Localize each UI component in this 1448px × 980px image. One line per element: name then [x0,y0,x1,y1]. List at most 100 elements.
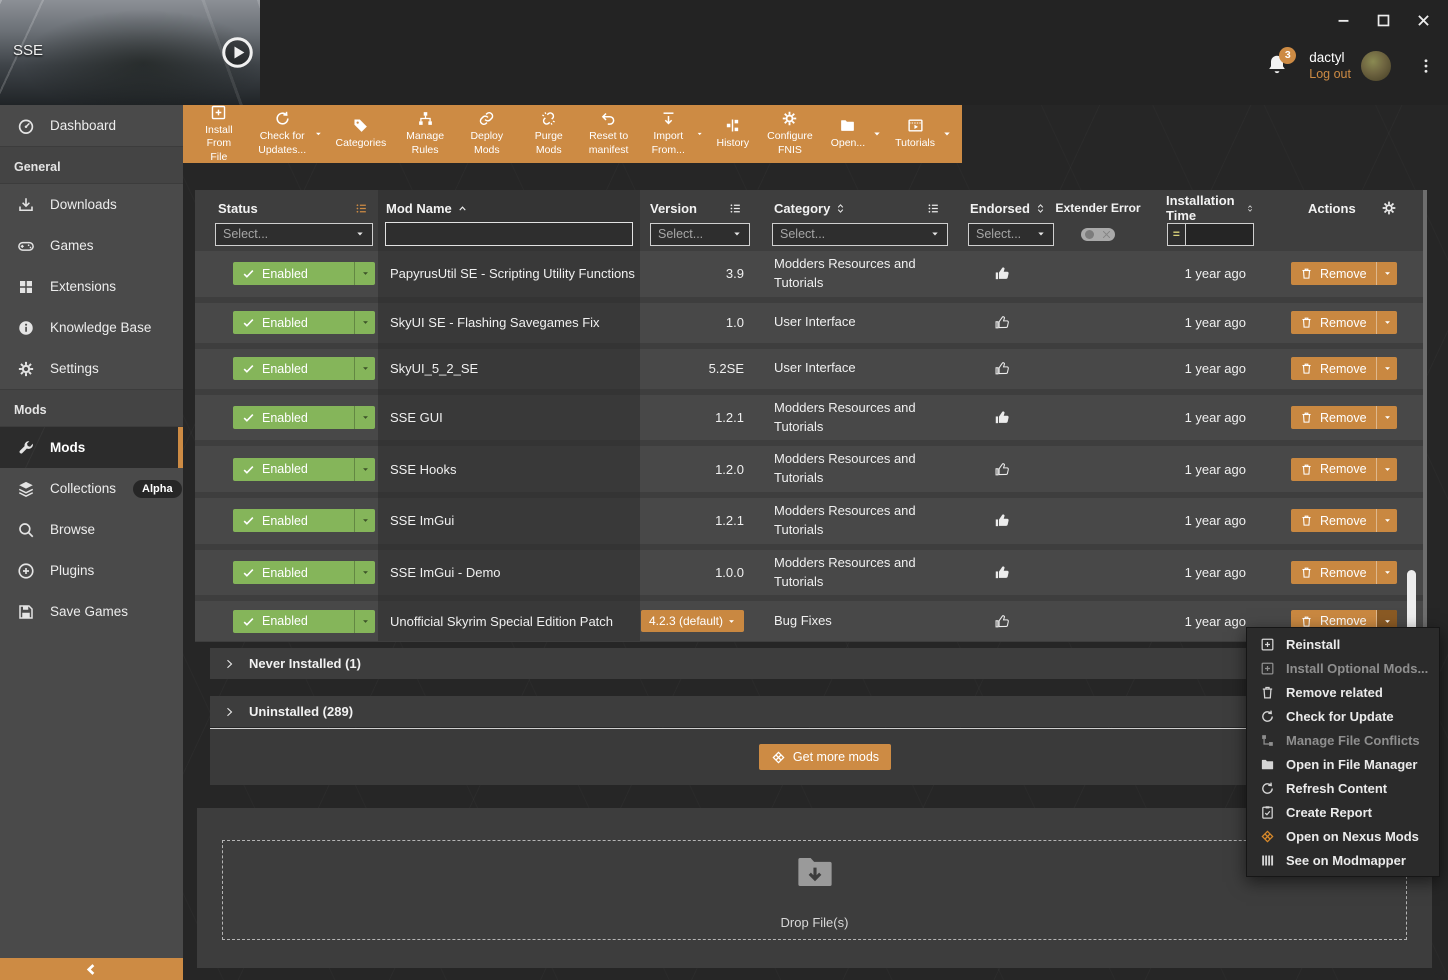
toolbar-button[interactable]: Install From File [189,105,249,163]
installation-time-filter-input[interactable] [1186,223,1254,246]
status-dropdown[interactable] [355,617,375,626]
remove-button[interactable]: Remove [1291,311,1397,334]
enabled-toggle-button[interactable]: Enabled [233,610,375,633]
column-header[interactable]: Version [640,195,752,221]
thumbs-up-outline-icon[interactable] [994,360,1011,377]
equals-operator-button[interactable]: = [1167,223,1186,246]
enabled-toggle-button[interactable]: Enabled [233,406,375,429]
column-header[interactable]: Category [752,195,950,221]
context-menu-item[interactable]: Manage File Conflicts [1247,728,1439,752]
toolbar-button[interactable]: Check for Updates... [249,105,327,163]
filter-select[interactable]: Select... [968,223,1054,246]
remove-dropdown[interactable] [1377,357,1397,380]
toolbar-button[interactable]: Manage Rules [395,105,455,163]
status-dropdown[interactable] [355,568,375,577]
caret-down-icon[interactable] [314,129,323,139]
close-icon[interactable] [1415,12,1432,29]
column-header[interactable]: Mod Name [378,195,640,221]
remove-dropdown[interactable] [1377,311,1397,334]
thumbs-up-outline-icon[interactable] [994,314,1011,331]
column-header[interactable]: Actions [1254,195,1413,221]
remove-dropdown[interactable] [1377,509,1397,532]
sidebar-item[interactable]: Save Games [0,591,183,632]
column-header[interactable]: Status [215,195,378,221]
maximize-icon[interactable] [1375,12,1392,29]
mod-name-filter-input[interactable] [385,222,633,246]
sidebar-item[interactable]: Settings [0,348,183,389]
remove-button[interactable]: Remove [1291,509,1397,532]
enabled-toggle-button[interactable]: Enabled [233,357,375,380]
table-scroll-track[interactable] [1423,190,1427,642]
notifications-button[interactable]: 3 [1265,53,1289,79]
enabled-toggle-button[interactable]: Enabled [233,561,375,584]
caret-down-icon[interactable] [872,129,882,139]
table-settings-gear-icon[interactable] [1381,200,1397,216]
scrollbar-thumb[interactable] [1407,570,1416,632]
sidebar-collapse-button[interactable] [0,958,183,980]
enabled-toggle-button[interactable]: Enabled [233,509,375,532]
thumbs-up-filled-icon[interactable] [994,409,1011,426]
toolbar-button[interactable]: History [707,105,758,163]
enabled-toggle-button[interactable]: Enabled [233,458,375,481]
remove-button[interactable]: Remove [1291,357,1397,380]
group-list-icon[interactable] [927,202,940,215]
sidebar-item[interactable]: Plugins [0,550,183,591]
status-dropdown[interactable] [355,413,375,422]
enabled-toggle-button[interactable]: Enabled [233,311,375,334]
mod-name-cell[interactable]: SkyUI_5_2_SE [378,349,640,389]
caret-down-icon[interactable] [696,129,703,139]
toolbar-button[interactable]: Configure FNIS [758,105,822,163]
column-header[interactable]: Endorsed [950,195,1054,221]
thumbs-up-filled-icon[interactable] [994,512,1011,529]
toolbar-button[interactable]: Import From... [638,105,707,163]
caret-down-icon[interactable] [942,129,952,139]
enabled-toggle-button[interactable]: Enabled [233,262,375,285]
remove-dropdown[interactable] [1377,561,1397,584]
remove-dropdown[interactable] [1377,458,1397,481]
toolbar-button[interactable]: Categories [327,105,396,163]
thumbs-up-filled-icon[interactable] [994,265,1011,282]
group-list-icon[interactable] [729,202,742,215]
toolbar-button[interactable]: Reset to manifest [579,105,639,163]
minimize-icon[interactable] [1335,12,1352,29]
avatar[interactable] [1361,51,1391,81]
status-dropdown[interactable] [355,269,375,278]
remove-dropdown[interactable] [1377,406,1397,429]
toolbar-button[interactable]: Open... [822,105,886,163]
context-menu-item[interactable]: Check for Update [1247,704,1439,728]
status-dropdown[interactable] [355,364,375,373]
remove-button[interactable]: Remove [1291,561,1397,584]
filter-select[interactable]: Select... [772,223,948,246]
filter-select[interactable]: Select... [650,223,750,246]
remove-button[interactable]: Remove [1291,406,1397,429]
thumbs-up-outline-icon[interactable] [994,613,1011,630]
mod-name-cell[interactable]: SSE ImGui - Demo [378,550,640,596]
context-menu-item[interactable]: Remove related [1247,680,1439,704]
extender-error-toggle[interactable] [1081,228,1115,241]
mod-name-cell[interactable]: SSE Hooks [378,446,640,492]
sidebar-item[interactable]: Downloads [0,184,183,225]
sidebar-item[interactable]: Collections Alpha [0,468,183,509]
kebab-menu-icon[interactable] [1417,56,1435,76]
status-dropdown[interactable] [355,318,375,327]
toolbar-button[interactable]: Purge Mods [519,105,579,163]
sidebar-item[interactable]: Knowledge Base [0,307,183,348]
context-menu-item[interactable]: Reinstall [1247,632,1439,656]
context-menu-item[interactable]: Install Optional Mods... [1247,656,1439,680]
sidebar-item[interactable]: Games [0,225,183,266]
toolbar-button[interactable]: Deploy Mods [455,105,519,163]
remove-dropdown[interactable] [1377,262,1397,285]
sidebar-item[interactable]: Extensions [0,266,183,307]
status-dropdown[interactable] [355,465,375,474]
context-menu-item[interactable]: See on Modmapper [1247,848,1439,872]
mod-name-cell[interactable]: Unofficial Skyrim Special Edition Patch [378,601,640,641]
remove-button[interactable]: Remove [1291,262,1397,285]
play-game-icon[interactable] [221,36,254,69]
mod-name-cell[interactable]: SSE GUI [378,395,640,441]
context-menu-item[interactable]: Open on Nexus Mods [1247,824,1439,848]
sidebar-item[interactable]: Mods [0,427,183,468]
status-dropdown[interactable] [355,516,375,525]
logout-link[interactable]: Log out [1309,67,1351,81]
sidebar-item[interactable]: Browse [0,509,183,550]
drop-files-zone[interactable]: Drop File(s) [222,840,1407,940]
